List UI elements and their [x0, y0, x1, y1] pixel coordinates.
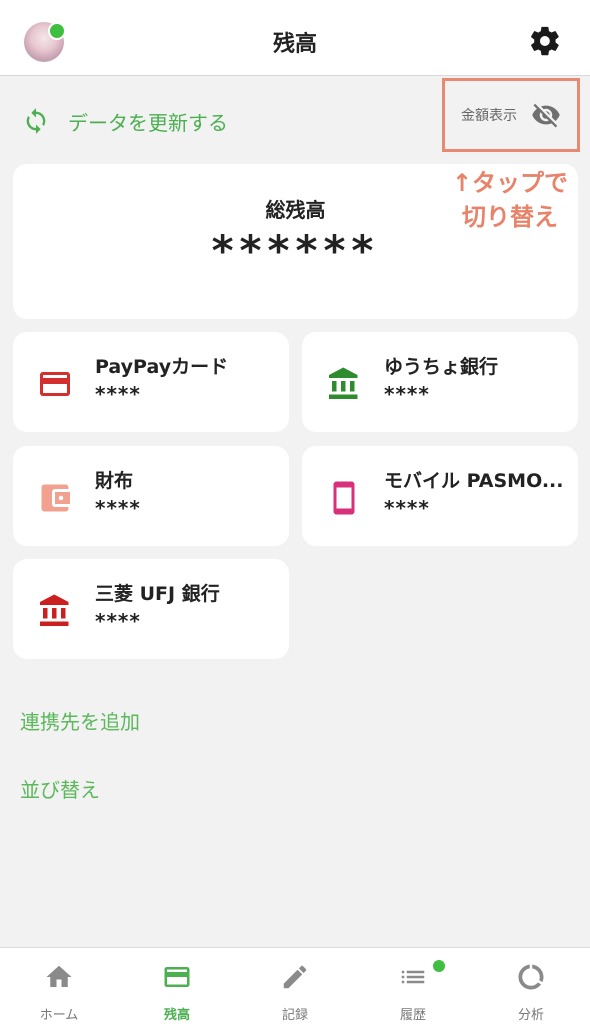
- tab-home[interactable]: ホーム: [0, 948, 118, 1024]
- history-notification-dot: [431, 958, 447, 974]
- account-balance: ****: [95, 382, 141, 406]
- account-card-pasmo[interactable]: モバイル PASMO... ****: [302, 446, 578, 546]
- refresh-icon: [26, 108, 46, 134]
- annotation-callout: ↑タップで 切り替え: [440, 166, 580, 234]
- account-name: PayPayカード: [95, 356, 229, 378]
- amount-display-toggle[interactable]: 金額表示: [442, 78, 580, 152]
- card-icon: [164, 967, 190, 987]
- annotation-line-1: ↑タップで: [451, 169, 569, 197]
- account-balance: ****: [384, 496, 430, 520]
- tab-balance[interactable]: 残高: [118, 948, 236, 1024]
- pencil-icon: [283, 965, 307, 989]
- list-icon: [401, 970, 425, 984]
- refresh-label: データを更新する: [68, 110, 228, 135]
- tab-label: 記録: [281, 1008, 308, 1023]
- account-name: 三菱 UFJ 銀行: [95, 583, 220, 605]
- credit-card-icon: [40, 372, 70, 396]
- account-card-paypay[interactable]: PayPayカード ****: [13, 332, 289, 432]
- chart-ring-icon: [518, 964, 544, 990]
- eye-off-icon: [532, 103, 560, 128]
- account-name: モバイル PASMO...: [384, 470, 564, 492]
- account-balance: ****: [95, 496, 141, 520]
- account-card-mufg[interactable]: 三菱 UFJ 銀行 ****: [13, 559, 289, 659]
- sort-link[interactable]: 並び替え: [20, 774, 100, 803]
- home-icon: [46, 965, 72, 987]
- tab-analysis[interactable]: 分析: [472, 948, 590, 1024]
- tab-label: ホーム: [39, 1008, 79, 1023]
- account-name: ゆうちょ銀行: [384, 356, 499, 378]
- bank-icon: [40, 594, 69, 626]
- bottom-tab-bar: ホーム 残高 記録 履歴 分析: [0, 947, 590, 1024]
- annotation-line-2: 切り替え: [462, 203, 558, 231]
- tab-label: 履歴: [399, 1008, 426, 1023]
- bank-icon: [329, 367, 358, 399]
- smartphone-icon: [333, 481, 355, 515]
- account-balance: ****: [95, 609, 141, 633]
- refresh-button[interactable]: データを更新する: [22, 104, 228, 138]
- add-connection-link[interactable]: 連携先を追加: [20, 706, 140, 735]
- account-card-yucho[interactable]: ゆうちょ銀行 ****: [302, 332, 578, 432]
- header: 残高: [0, 0, 590, 76]
- tab-label: 残高: [163, 1008, 190, 1023]
- page-title: 残高: [272, 32, 317, 57]
- tab-label: 分析: [517, 1008, 544, 1023]
- gear-icon[interactable]: [528, 24, 562, 58]
- account-name: 財布: [95, 470, 134, 492]
- account-balance: ****: [384, 382, 430, 406]
- tab-history[interactable]: 履歴: [354, 948, 472, 1024]
- wallet-icon: [41, 484, 70, 512]
- amount-display-label: 金額表示: [461, 108, 517, 124]
- tab-record[interactable]: 記録: [236, 948, 354, 1024]
- account-card-wallet[interactable]: 財布 ****: [13, 446, 289, 546]
